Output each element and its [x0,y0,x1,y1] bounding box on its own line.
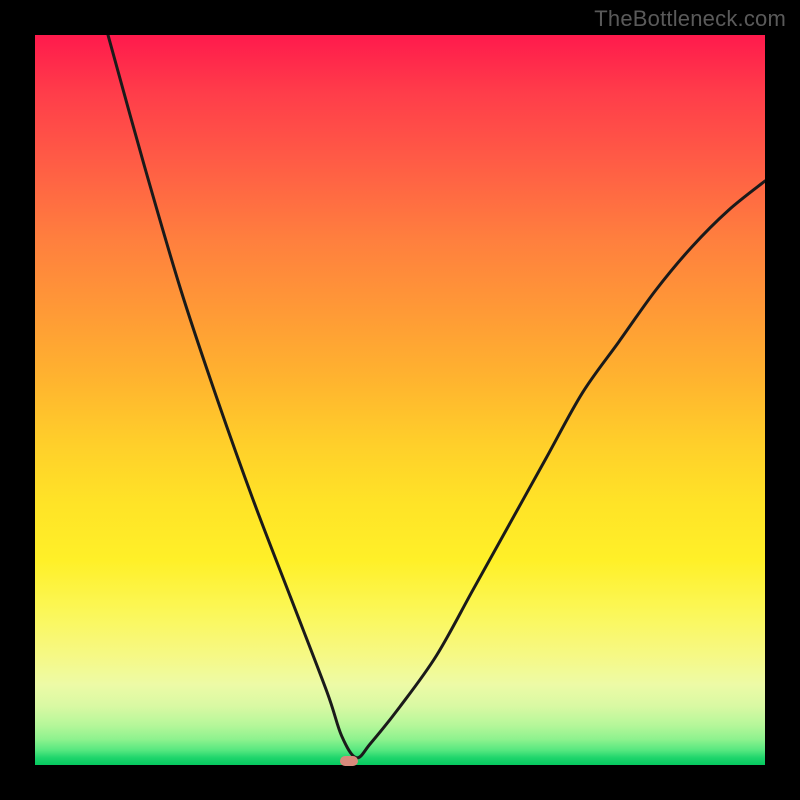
plot-area [35,35,765,765]
optimum-marker-icon [340,756,358,766]
watermark-text: TheBottleneck.com [594,6,786,32]
bottleneck-curve-svg [35,35,765,765]
bottleneck-curve-path [108,35,765,758]
